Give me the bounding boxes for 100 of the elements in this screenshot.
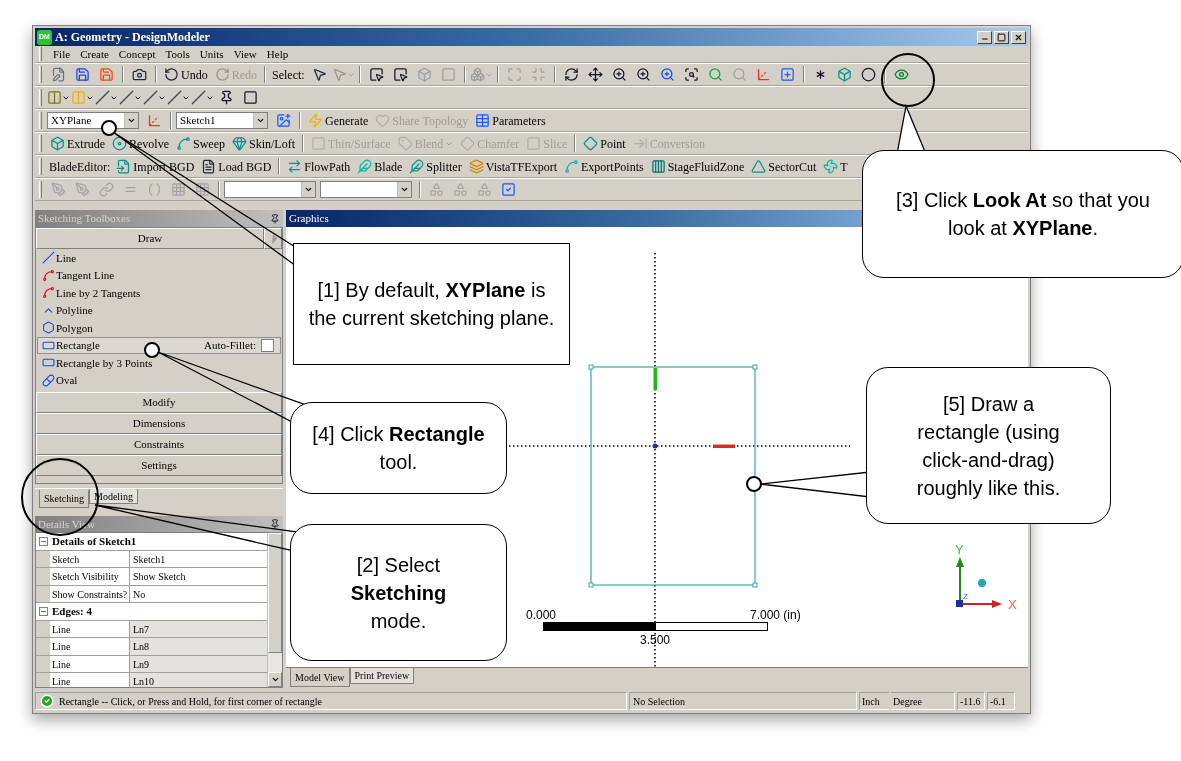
menu-item[interactable]: Tools	[160, 45, 195, 63]
curve-icon[interactable]	[176, 136, 191, 151]
rotate-icon[interactable]	[563, 67, 579, 82]
section-header[interactable]: Draw	[36, 228, 264, 249]
save-icon[interactable]	[75, 67, 90, 82]
caret-icon[interactable]	[304, 185, 313, 194]
line-icon[interactable]	[119, 90, 134, 105]
dropdown[interactable]	[320, 181, 412, 198]
tool-item[interactable]: Rectangle Auto-Fillet:	[37, 336, 281, 354]
tangent-icon[interactable]	[42, 286, 55, 300]
search-icon[interactable]	[707, 67, 723, 82]
menu-item[interactable]: Concept	[113, 45, 161, 63]
tool-item[interactable]: Oval	[37, 371, 281, 389]
cursor-square-icon[interactable]	[392, 67, 408, 82]
camera-icon[interactable]	[132, 67, 147, 82]
tool-item[interactable]: Polyline	[37, 301, 281, 319]
menu-item[interactable]: File	[48, 45, 76, 63]
save-icon[interactable]	[99, 67, 114, 82]
toolbar-button[interactable]: Parameters	[472, 110, 549, 131]
table-icon[interactable]	[475, 113, 491, 128]
move-icon[interactable]	[587, 67, 603, 82]
minimize-button[interactable]	[977, 30, 992, 44]
tool-item[interactable]: Tangent Line	[37, 266, 281, 284]
caret-icon[interactable]	[400, 185, 409, 194]
zoom-box-icon[interactable]	[683, 67, 699, 82]
toolbar-button[interactable]: FlowPath	[284, 156, 354, 177]
checklist-icon[interactable]	[501, 182, 516, 197]
sketch-rectangle[interactable]	[588, 364, 758, 588]
square-icon[interactable]	[243, 90, 258, 105]
property-value[interactable]: Ln10	[130, 673, 267, 687]
caret-icon[interactable]	[256, 116, 265, 125]
box-icon[interactable]	[50, 136, 65, 151]
document-icon[interactable]	[201, 159, 217, 174]
toolbar-button[interactable]: Load BGD	[198, 156, 275, 177]
menu-item[interactable]: View	[228, 45, 262, 63]
diamond-icon[interactable]	[583, 136, 599, 151]
section-header[interactable]: Settings	[36, 455, 282, 476]
layers-icon[interactable]	[468, 159, 484, 174]
gem-icon[interactable]	[232, 136, 247, 151]
file-icon[interactable]	[116, 159, 132, 174]
pin-icon[interactable]	[219, 90, 234, 105]
zoom-in-icon[interactable]	[611, 67, 627, 82]
collapse-icon[interactable]	[38, 536, 48, 546]
scrollbar[interactable]	[267, 533, 282, 687]
collapse-icon[interactable]	[38, 606, 48, 616]
toolbar-button[interactable]: Point	[580, 133, 629, 154]
new-sketch-icon[interactable]	[276, 113, 291, 128]
look-at-icon[interactable]	[893, 67, 909, 82]
line-icon[interactable]	[143, 90, 158, 105]
tool-item[interactable]: Line by 2 Tangents	[37, 284, 281, 302]
pencil-file-icon[interactable]	[51, 67, 66, 82]
undo-icon[interactable]	[164, 67, 179, 82]
pin-icon[interactable]	[270, 519, 280, 529]
scroll-up-button[interactable]	[264, 228, 282, 249]
line-icon[interactable]	[42, 251, 55, 265]
menu-item[interactable]: Units	[194, 45, 229, 63]
polygon-icon[interactable]	[42, 321, 55, 335]
dropdown[interactable]	[224, 181, 316, 198]
cursor-icon[interactable]	[311, 67, 327, 82]
tool-item[interactable]: Rectangle by 3 Points	[37, 354, 281, 372]
section-header[interactable]: Constraints	[36, 434, 282, 455]
property-value[interactable]: Ln8	[130, 638, 267, 655]
zoom-in-icon[interactable]	[635, 67, 651, 82]
dot-icon[interactable]	[860, 67, 876, 82]
toolbar-button[interactable]: Skin/Loft	[229, 133, 298, 154]
toolbar-button[interactable]: Splitter	[406, 156, 465, 177]
dropdown[interactable]: Sketch1	[176, 112, 268, 129]
toolbar-button[interactable]: VistaTFExport	[465, 156, 560, 177]
axes-icon[interactable]	[755, 67, 771, 82]
toolbar-button[interactable]: Extrude	[47, 133, 108, 154]
columns-icon[interactable]	[650, 159, 666, 174]
toolbar-button[interactable]: ExportPoints	[560, 156, 647, 177]
arrows-icon[interactable]	[287, 159, 303, 174]
caret-icon[interactable]	[127, 116, 136, 125]
menu-item[interactable]: Create	[75, 45, 114, 63]
view-tab[interactable]: Model View	[290, 668, 350, 687]
checkbox[interactable]	[261, 338, 274, 352]
toolbar-button[interactable]: SectorCut	[748, 156, 820, 177]
scroll-down-icon[interactable]	[270, 675, 280, 684]
tangent-icon[interactable]	[42, 268, 55, 282]
tool-item[interactable]: Polygon	[37, 319, 281, 337]
axes-icon[interactable]	[147, 113, 162, 128]
toolbar-button[interactable]: Undo	[161, 64, 211, 85]
feather-icon[interactable]	[409, 159, 425, 174]
plane-icon[interactable]	[779, 67, 795, 82]
cursor-square-icon[interactable]	[368, 67, 384, 82]
mode-tab[interactable]: Sketching	[39, 490, 89, 508]
tool-item[interactable]: Line	[37, 249, 281, 267]
disc-icon[interactable]	[112, 136, 127, 151]
line-icon[interactable]	[95, 90, 110, 105]
menu-item[interactable]: Help	[261, 45, 294, 63]
toolbar-button[interactable]: Blade	[354, 156, 406, 177]
line-icon[interactable]	[191, 90, 206, 105]
section-header[interactable]: Dimensions	[36, 413, 282, 434]
dropdown[interactable]: XYPlane	[47, 112, 139, 129]
toolbar-button[interactable]: Sweep	[173, 133, 228, 154]
toolbar-button[interactable]: StageFluidZone	[647, 156, 748, 177]
view-tab[interactable]: Print Preview	[349, 668, 415, 684]
toolbar-button[interactable]: Generate	[305, 110, 372, 131]
pin-icon[interactable]	[270, 213, 280, 224]
